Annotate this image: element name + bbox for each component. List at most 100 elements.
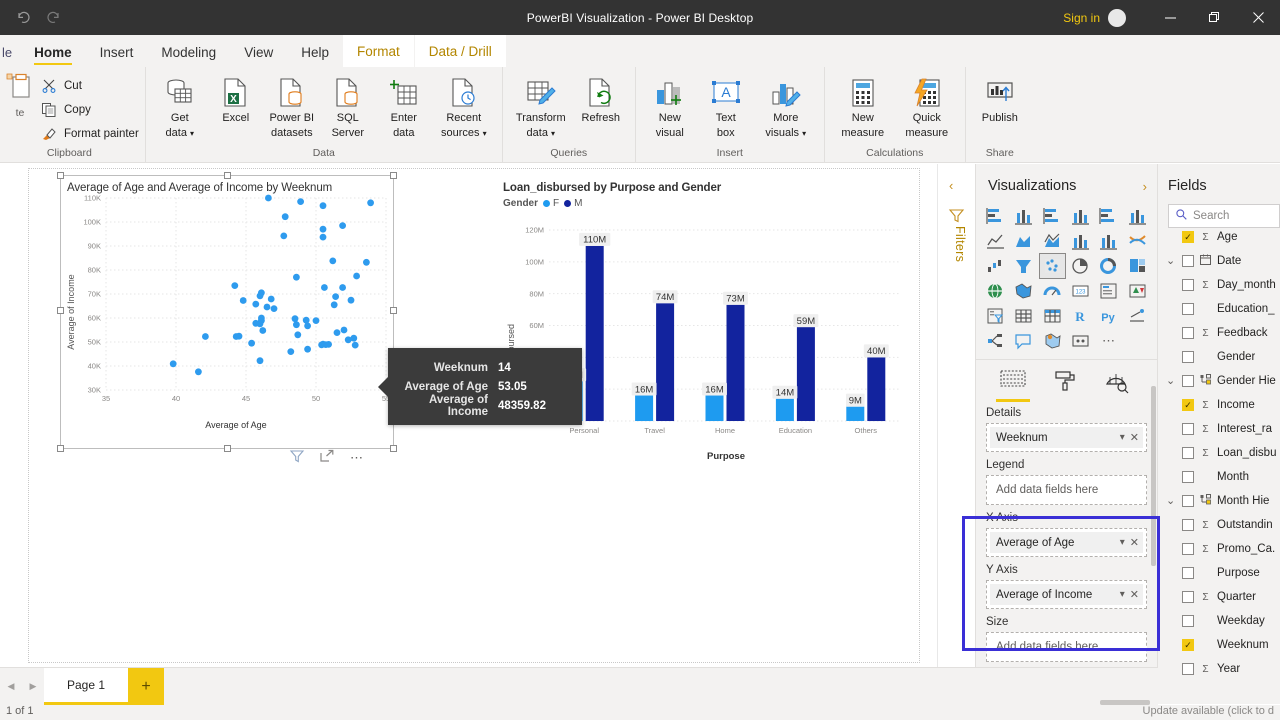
line-stacked-column-chart-icon[interactable] — [1068, 229, 1093, 253]
file-menu-tab[interactable]: le — [0, 45, 20, 67]
chevron-right-icon[interactable]: › — [1143, 179, 1147, 194]
field-row-income[interactable]: ✓ΣIncome — [1158, 393, 1280, 417]
chevron-down-icon[interactable]: ⌄ — [1166, 378, 1177, 384]
sql-server-button[interactable]: SQL Server — [320, 70, 376, 139]
python-visual-icon[interactable]: Py — [1096, 304, 1121, 328]
field-row-purpose[interactable]: Purpose — [1158, 561, 1280, 585]
funnel-chart-icon[interactable] — [1011, 254, 1036, 278]
page-tab-page-1[interactable]: Page 1 — [44, 668, 128, 705]
update-available-label[interactable]: Update available (click to d — [1143, 705, 1274, 717]
analytics-pane-icon[interactable] — [1100, 370, 1134, 400]
stacked-column-chart-icon[interactable] — [1011, 204, 1036, 228]
ribbon-tab-data-drill[interactable]: Data / Drill — [415, 35, 506, 67]
field-row-month[interactable]: Month — [1158, 465, 1280, 489]
remove-field-icon[interactable]: ✕ — [1130, 588, 1139, 601]
key-influencers-icon[interactable] — [1125, 304, 1150, 328]
close-button[interactable] — [1236, 0, 1280, 35]
format-painter-button[interactable]: Format painter — [40, 122, 139, 146]
restore-button[interactable] — [1192, 0, 1236, 35]
field-chip-weeknum[interactable]: Weeknum ▾ ✕ — [990, 427, 1143, 448]
avatar[interactable] — [1108, 9, 1126, 27]
ribbon-tab-format[interactable]: Format — [343, 35, 414, 67]
sign-in-button[interactable]: Sign in — [1063, 11, 1100, 25]
scatter-chart-icon[interactable] — [1040, 254, 1065, 278]
ribbon-tab-insert[interactable]: Insert — [86, 45, 148, 67]
field-checkbox[interactable] — [1182, 327, 1194, 339]
field-row-day-month[interactable]: ΣDay_month — [1158, 273, 1280, 297]
kpi-icon[interactable] — [1125, 279, 1150, 303]
field-row-promo-ca[interactable]: ΣPromo_Ca. — [1158, 537, 1280, 561]
chevron-down-icon[interactable]: ▾ — [1115, 432, 1130, 443]
resize-handle-w[interactable] — [57, 307, 64, 314]
100-stacked-column-chart-icon[interactable] — [1125, 204, 1150, 228]
resize-handle-e[interactable] — [390, 307, 397, 314]
more-options-icon[interactable]: ⋯ — [350, 450, 364, 466]
fields-pane-icon[interactable] — [996, 370, 1030, 400]
next-page-icon[interactable]: ▶ — [22, 668, 44, 705]
ribbon-tab-home[interactable]: Home — [20, 45, 86, 67]
enter-data-button[interactable]: Enter data — [376, 70, 432, 139]
chevron-down-icon[interactable]: ⌄ — [1166, 498, 1177, 504]
field-checkbox[interactable] — [1182, 447, 1194, 459]
field-row-gender-hie[interactable]: ⌄Gender Hie — [1158, 369, 1280, 393]
visualizations-pane-scrollbar[interactable] — [1151, 386, 1156, 566]
paginated-report-icon[interactable] — [1068, 329, 1093, 353]
remove-field-icon[interactable]: ✕ — [1130, 536, 1139, 549]
cut-button[interactable]: Cut — [40, 74, 139, 98]
visual-type-gallery[interactable]: 123RPy⋯ — [976, 204, 1157, 353]
field-row-education[interactable]: Education_ — [1158, 297, 1280, 321]
pie-chart-icon[interactable] — [1068, 254, 1093, 278]
r-script-visual-icon[interactable]: R — [1068, 304, 1093, 328]
treemap-icon[interactable] — [1125, 254, 1150, 278]
field-checkbox[interactable] — [1182, 375, 1194, 387]
donut-chart-icon[interactable] — [1096, 254, 1121, 278]
chevron-down-icon[interactable]: ⌄ — [1166, 258, 1177, 264]
stacked-area-chart-icon[interactable] — [1040, 229, 1065, 253]
100-stacked-bar-chart-icon[interactable] — [1096, 204, 1121, 228]
map-icon[interactable] — [983, 279, 1008, 303]
get-data-button[interactable]: Get data ▾ — [152, 70, 208, 139]
copy-button[interactable]: Copy — [40, 98, 139, 122]
field-chip-average-of-age[interactable]: Average of Age ▾ ✕ — [990, 532, 1143, 553]
well-x-axis[interactable]: Average of Age ▾ ✕ — [986, 528, 1147, 557]
quick-measure-button[interactable]: Quick measure — [895, 70, 959, 139]
well-details[interactable]: Weeknum ▾ ✕ — [986, 423, 1147, 452]
new-visual-button[interactable]: New visual — [642, 70, 698, 139]
field-checkbox[interactable] — [1182, 303, 1194, 315]
transform-data-button[interactable]: Transform data ▾ — [509, 70, 573, 139]
area-chart-icon[interactable] — [1011, 229, 1036, 253]
bar-chart[interactable]: 0M20M40M60M80M100M120M 25M110M16M74M16M7… — [501, 216, 921, 466]
field-chip-average-of-income[interactable]: Average of Income ▾ ✕ — [990, 584, 1143, 605]
ribbon-tab-modeling[interactable]: Modeling — [147, 45, 230, 67]
new-measure-button[interactable]: New measure — [831, 70, 895, 139]
format-pane-icon[interactable] — [1048, 370, 1082, 400]
field-row-date[interactable]: ⌄Date — [1158, 249, 1280, 273]
arcgis-maps-icon[interactable] — [1040, 329, 1065, 353]
table-icon[interactable] — [1011, 304, 1036, 328]
resize-handle-n[interactable] — [224, 172, 231, 179]
decomposition-tree-icon[interactable] — [983, 329, 1008, 353]
paste-button[interactable]: te — [0, 70, 40, 119]
field-checkbox[interactable] — [1182, 615, 1194, 627]
scatter-visual[interactable]: Average of Age and Average of Income by … — [61, 176, 393, 448]
stacked-bar-chart-icon[interactable] — [983, 204, 1008, 228]
field-checkbox[interactable] — [1182, 591, 1194, 603]
well-size[interactable]: Add data fields here — [986, 632, 1147, 662]
slicer-icon[interactable] — [983, 304, 1008, 328]
legend-item-m[interactable]: M — [564, 198, 582, 209]
field-checkbox[interactable] — [1182, 351, 1194, 363]
field-checkbox[interactable] — [1182, 255, 1194, 267]
field-checkbox[interactable] — [1182, 663, 1194, 675]
ribbon-tab-view[interactable]: View — [230, 45, 287, 67]
field-row-gender[interactable]: Gender — [1158, 345, 1280, 369]
field-row-age[interactable]: ✓ΣAge — [1158, 225, 1280, 249]
fields-list[interactable]: ✓ΣAge⌄DateΣDay_monthEducation_ΣFeedbackG… — [1158, 228, 1280, 681]
card-icon[interactable]: 123 — [1068, 279, 1093, 303]
resize-handle-sw[interactable] — [57, 445, 64, 452]
line-clustered-column-chart-icon[interactable] — [1096, 229, 1121, 253]
remove-field-icon[interactable]: ✕ — [1130, 431, 1139, 444]
field-checkbox[interactable] — [1182, 279, 1194, 291]
filters-pane-collapsed[interactable]: ‹ Filters — [938, 164, 976, 667]
field-row-loan-disbu[interactable]: ΣLoan_disbu — [1158, 441, 1280, 465]
field-checkbox[interactable] — [1182, 543, 1194, 555]
